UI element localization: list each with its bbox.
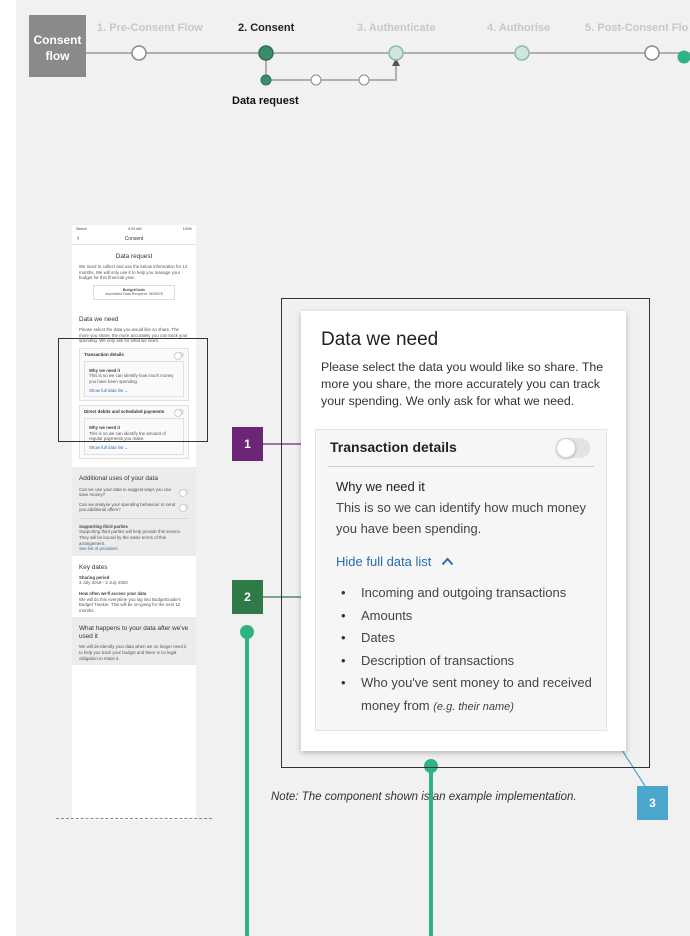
hide-data-list-label: Hide full data list — [336, 554, 432, 569]
phone-question-1: Can we use your data to suggest ways you… — [79, 487, 189, 498]
status-carrier: Sketch — [76, 227, 87, 231]
component-title: Data we need — [321, 329, 439, 350]
phone-key-dates-title: Key dates — [79, 563, 108, 571]
phone-key-dates-section: Key dates Sharing period 3 July 2019 - 2… — [72, 556, 196, 618]
step3-node — [388, 45, 404, 61]
step-authenticate: 3. Authenticate — [357, 22, 436, 34]
phone-recipient-box: BudgetGuide Accredited Data Recipient: 9… — [93, 284, 175, 300]
phone-recipient-sub: Accredited Data Recipient: 9635978 — [105, 292, 163, 297]
subflow-label: Data request — [232, 95, 299, 107]
phone-question-2-toggle[interactable] — [179, 504, 189, 513]
status-time: 9:20 AM — [128, 227, 142, 231]
data-list-item: Incoming and outgoing transactions — [341, 582, 606, 605]
phone-direct-show-list-link[interactable]: Show full data list ⌄ — [89, 445, 179, 451]
step4-node — [514, 45, 530, 61]
step-post-consent: 5. Post-Consent Flo — [585, 22, 689, 34]
hide-data-list-link[interactable]: Hide full data list — [336, 554, 454, 569]
phone-highlight-box — [58, 338, 208, 442]
subflow-node-1 — [260, 74, 272, 86]
annotation-badge-2: 2 — [232, 580, 263, 614]
data-we-need-component: Data we need Please select the data you … — [301, 311, 626, 751]
phone-third-parties-text: Supporting third parties will help provi… — [79, 529, 182, 546]
step2-node — [258, 45, 274, 61]
phone-question-1-toggle[interactable] — [179, 489, 189, 498]
subflow-line — [265, 53, 397, 81]
transaction-details-card: Transaction details Why we need it This … — [315, 429, 607, 731]
phone-after-use-text: We will de-identify your data when we no… — [79, 644, 187, 661]
chevron-up-icon — [442, 557, 454, 566]
green-connector-left-node — [240, 625, 254, 639]
phone-additional-uses-section: Additional uses of your data Can we use … — [72, 466, 196, 556]
phone-additional-uses-title: Additional uses of your data — [79, 474, 158, 482]
chevron-left-icon[interactable]: ‹ — [77, 234, 79, 244]
phone-status-bar: Sketch 9:20 AM 100% — [72, 225, 196, 234]
phone-sharing-period-value: 3 July 2019 - 2 July 2020 — [79, 580, 128, 586]
phone-question-2: Can we analyse your spending behaviour t… — [79, 502, 189, 513]
phone-mockup: Sketch 9:20 AM 100% ‹ Consent Data reque… — [72, 225, 196, 820]
data-list-example: (e.g. their name) — [433, 700, 514, 713]
implementation-note: Note: The component shown is an example … — [271, 791, 577, 803]
step-pre-consent: 1. Pre-Consent Flow — [97, 22, 203, 34]
phone-data-request-section: Data request We need to collect and use … — [72, 245, 196, 308]
phone-providers-link[interactable]: See list of providers — [79, 546, 189, 552]
step1-node — [131, 45, 147, 61]
data-list-item: Description of transactions — [341, 650, 606, 673]
phone-data-request-text: We need to collect and use the below inf… — [79, 264, 188, 281]
phone-access-text: We will do this everytime you log into B… — [79, 596, 181, 613]
phone-nav-bar: ‹ Consent — [72, 234, 196, 245]
chevron-down-icon: ⌄ — [124, 444, 129, 450]
toggle-knob — [556, 438, 576, 458]
phone-cutoff-line — [56, 818, 212, 819]
why-we-need-title: Why we need it — [336, 479, 425, 494]
phone-nav-title: Consent — [124, 236, 144, 242]
subflow-node-3 — [358, 74, 370, 86]
data-list-item-last: Who you've sent money to and received mo… — [341, 672, 606, 718]
flow-end-node — [677, 50, 690, 64]
phone-direct-show-list-label: Show full data list — [89, 444, 124, 450]
data-list-item: Dates — [341, 627, 606, 650]
phone-after-use-section: What happens to your data after we've us… — [72, 617, 196, 666]
phone-data-we-need-title: Data we need — [79, 315, 119, 323]
data-list-item: Amounts — [341, 605, 606, 628]
component-description: Please select the data you would like so… — [321, 360, 604, 408]
why-we-need-text: This is so we can identify how much mone… — [336, 500, 586, 536]
phone-data-request-title: Data request — [115, 253, 153, 260]
data-list: Incoming and outgoing transactions Amoun… — [341, 582, 606, 718]
step-consent: 2. Consent — [238, 22, 295, 34]
status-battery: 100% — [182, 227, 192, 231]
annotation-badge-3: 3 — [637, 786, 668, 820]
transaction-divider — [328, 466, 594, 467]
phone-question-1-text: Can we use your data to suggest ways you… — [79, 486, 172, 498]
step-authorise: 4. Authorise — [487, 22, 551, 34]
step5-node — [644, 45, 660, 61]
phone-question-2-text: Can we analyse your spending behaviour t… — [79, 501, 176, 513]
phone-after-use-title: What happens to your data after we've us… — [79, 625, 189, 641]
consent-flow-label: Consent flow — [29, 15, 86, 77]
subflow-node-2 — [310, 74, 322, 86]
phone-divider — [79, 517, 189, 519]
transaction-details-toggle[interactable] — [556, 438, 590, 458]
annotation-badge-1: 1 — [232, 427, 263, 461]
transaction-details-label: Transaction details — [330, 439, 457, 455]
